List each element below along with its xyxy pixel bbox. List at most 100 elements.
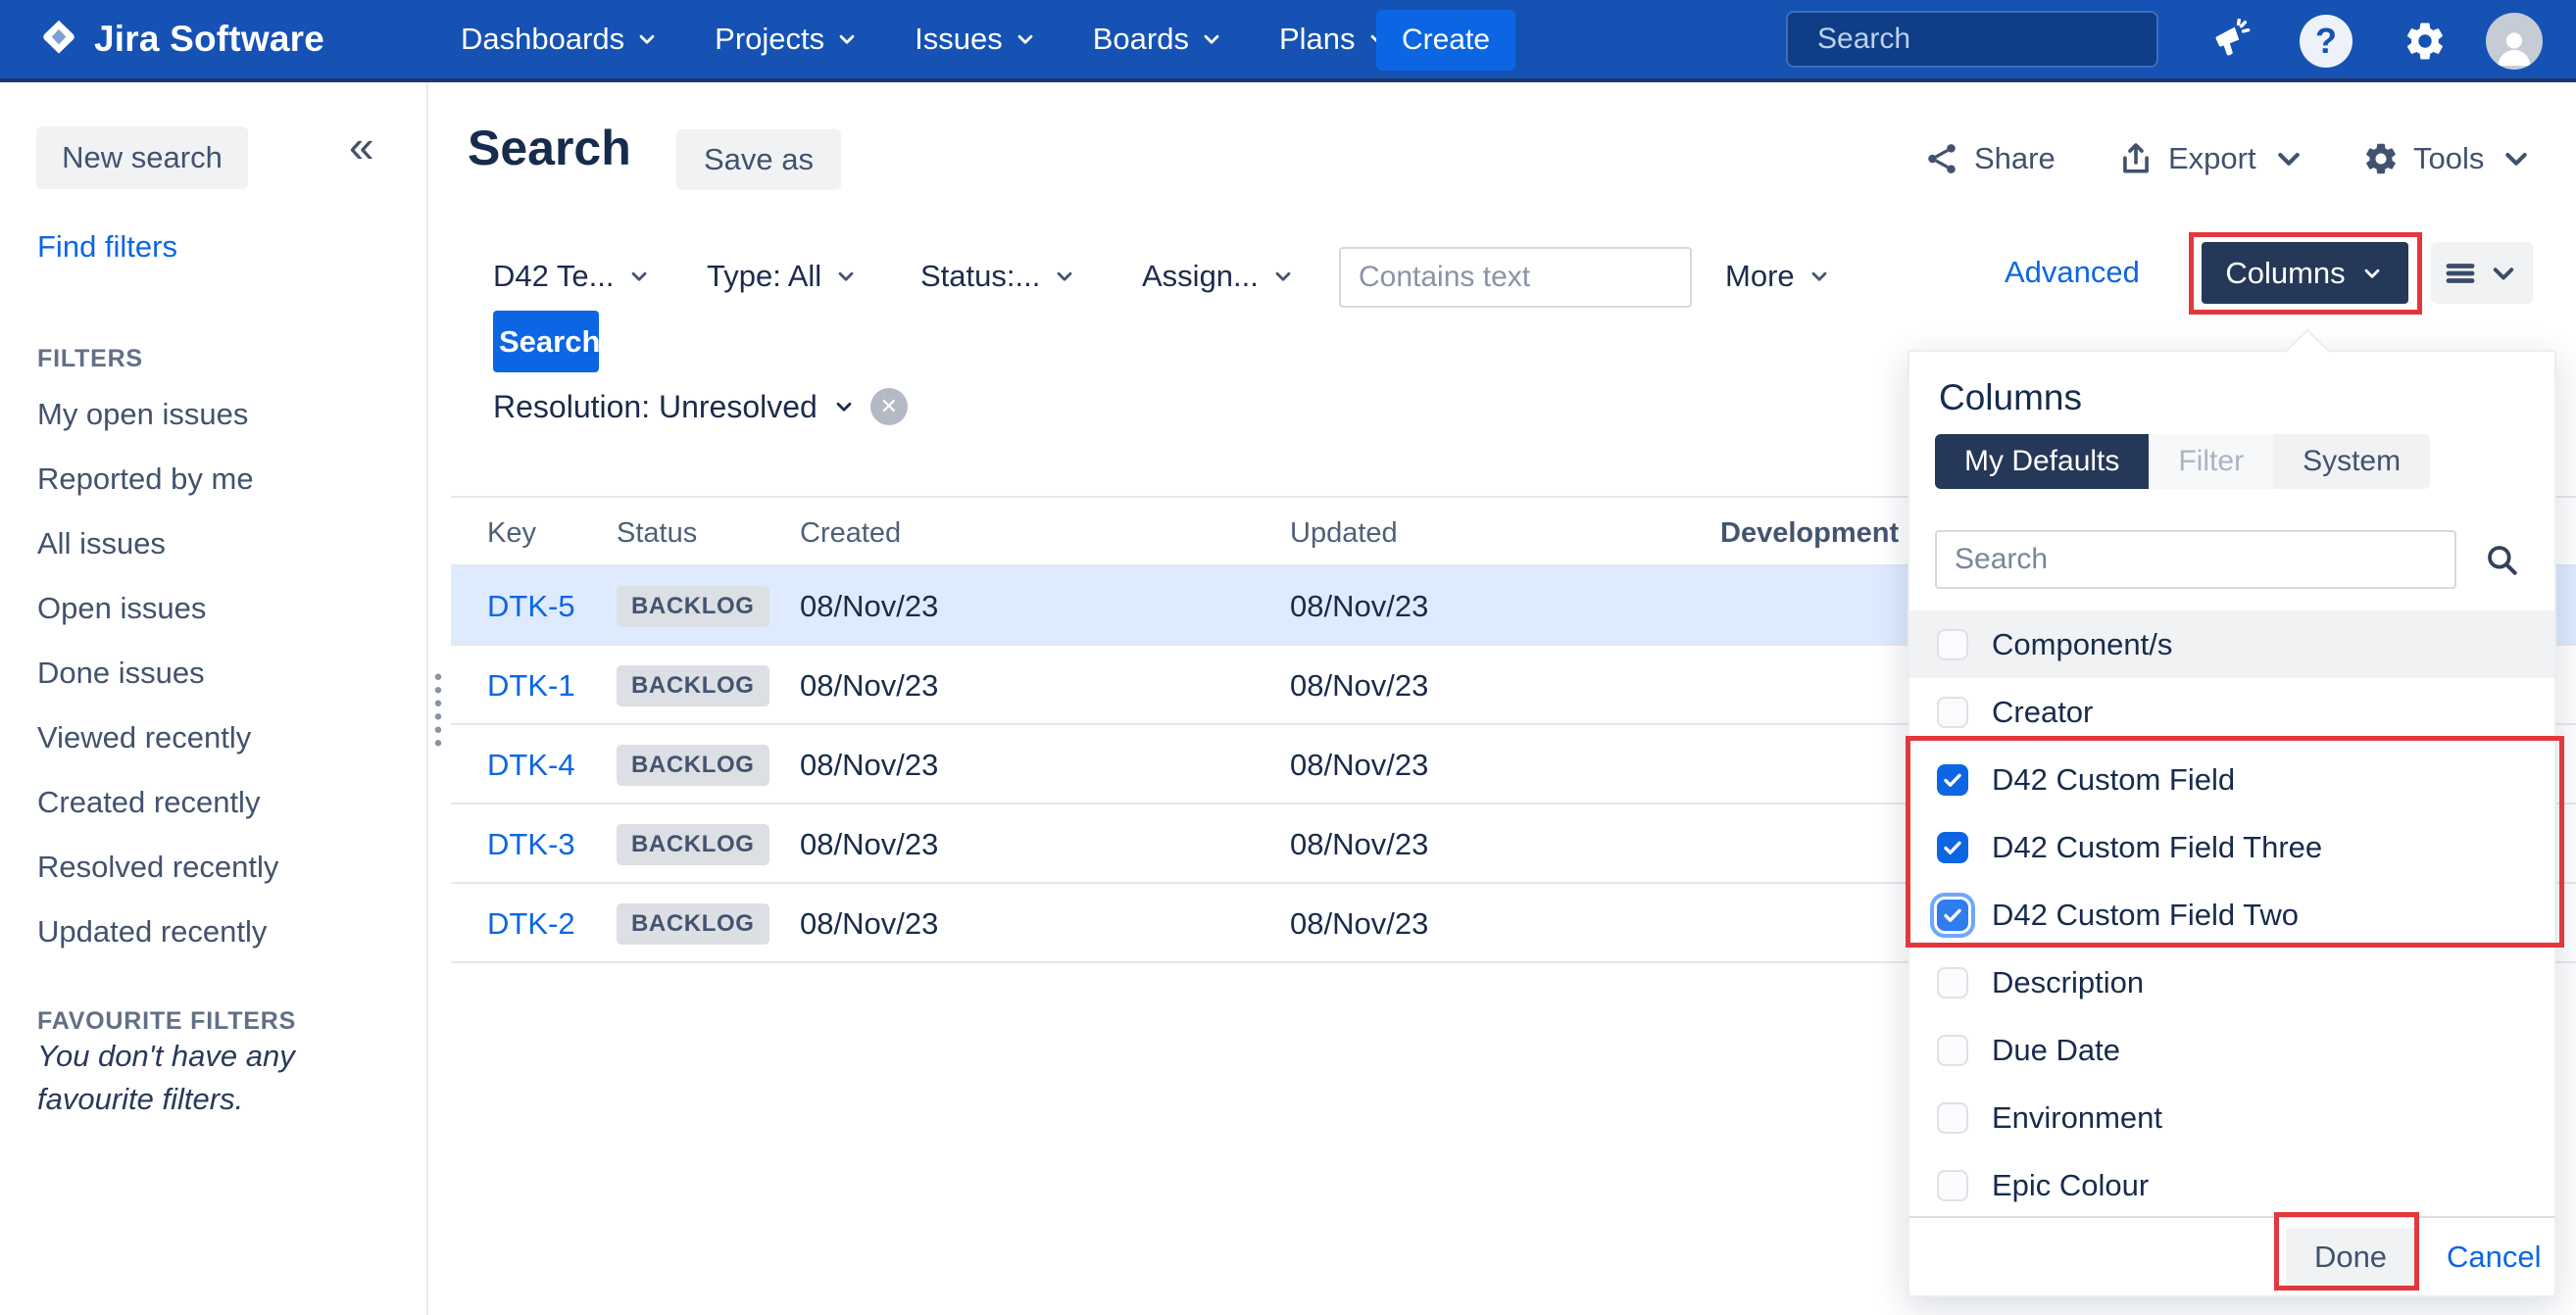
- chevron-down-icon: [834, 26, 860, 52]
- collapse-sidebar-icon[interactable]: «: [349, 123, 374, 169]
- assignee-filter-dropdown[interactable]: Assign...: [1142, 249, 1296, 304]
- more-filters-dropdown[interactable]: More: [1725, 249, 1832, 304]
- global-search-input[interactable]: [1815, 22, 2198, 57]
- nav-item-dashboards[interactable]: Dashboards: [461, 22, 660, 57]
- issue-key-link[interactable]: DTK-1: [487, 646, 575, 725]
- checkbox-checked[interactable]: [1937, 832, 1968, 863]
- share-button[interactable]: Share: [1923, 131, 2056, 186]
- columns-button[interactable]: Columns: [2202, 242, 2408, 304]
- export-button[interactable]: Export: [2117, 131, 2307, 186]
- nav-item-projects[interactable]: Projects: [715, 22, 860, 57]
- field-option-environment[interactable]: Environment: [1909, 1084, 2554, 1151]
- columns-panel: Columns My Defaults Filter System Compon…: [1907, 350, 2556, 1297]
- jira-logo[interactable]: Jira Software: [37, 0, 324, 78]
- create-button[interactable]: Create: [1376, 10, 1515, 71]
- tab-my-defaults[interactable]: My Defaults: [1935, 434, 2149, 489]
- issue-key-link[interactable]: DTK-5: [487, 566, 575, 646]
- field-option-due-date[interactable]: Due Date: [1909, 1016, 2554, 1084]
- column-header-status[interactable]: Status: [617, 498, 697, 568]
- checkbox-unchecked[interactable]: [1937, 697, 1968, 728]
- chevron-down-icon: [2270, 140, 2307, 177]
- field-option-description[interactable]: Description: [1909, 949, 2554, 1016]
- checkbox-unchecked[interactable]: [1937, 1102, 1968, 1134]
- status-badge: BACKLOG: [617, 586, 769, 627]
- row-drag-handle[interactable]: [431, 670, 445, 749]
- checkbox-checked[interactable]: [1937, 764, 1968, 796]
- issue-key-link[interactable]: DTK-2: [487, 884, 575, 963]
- column-header-updated[interactable]: Updated: [1290, 498, 1398, 568]
- help-button[interactable]: ?: [2300, 15, 2353, 68]
- export-icon: [2117, 140, 2155, 177]
- announcements-button[interactable]: [2204, 14, 2258, 69]
- created-date: 08/Nov/23: [800, 804, 938, 884]
- created-date: 08/Nov/23: [800, 566, 938, 646]
- sidebar-item-my-open-issues[interactable]: My open issues: [0, 382, 426, 447]
- favourite-filters-heading: FAVOURITE FILTERS: [37, 1007, 296, 1036]
- checkbox-unchecked[interactable]: [1937, 1035, 1968, 1066]
- done-button[interactable]: Done: [2286, 1228, 2415, 1287]
- nav-item-plans[interactable]: Plans: [1279, 22, 1391, 57]
- updated-date: 08/Nov/23: [1290, 646, 1428, 725]
- save-as-button[interactable]: Save as: [676, 129, 841, 190]
- checkbox-checked-focused[interactable]: [1937, 900, 1968, 931]
- sidebar-item-resolved-recently[interactable]: Resolved recently: [0, 835, 426, 900]
- top-nav: Jira Software Dashboards Projects Issues…: [0, 0, 2576, 82]
- cancel-link[interactable]: Cancel: [2447, 1240, 2542, 1275]
- list-view-switcher-button[interactable]: [2431, 242, 2533, 304]
- checkbox-unchecked[interactable]: [1937, 1170, 1968, 1201]
- issue-key-link[interactable]: DTK-4: [487, 725, 575, 804]
- chevron-down-icon: [626, 264, 652, 289]
- sidebar-item-reported-by-me[interactable]: Reported by me: [0, 447, 426, 511]
- resolution-filter-chip[interactable]: Resolution: Unresolved ✕: [493, 382, 908, 431]
- filters-sidebar: New search « Find filters FILTERS My ope…: [0, 82, 428, 1315]
- page-title: Search: [468, 120, 631, 176]
- field-option-creator[interactable]: Creator: [1909, 678, 2554, 746]
- columns-panel-tabs: My Defaults Filter System: [1935, 434, 2430, 489]
- tab-system[interactable]: System: [2273, 434, 2430, 489]
- checkbox-unchecked[interactable]: [1937, 629, 1968, 660]
- user-avatar[interactable]: [2486, 13, 2543, 70]
- column-header-created[interactable]: Created: [800, 498, 901, 568]
- sidebar-item-viewed-recently[interactable]: Viewed recently: [0, 706, 426, 770]
- run-search-button[interactable]: Search: [493, 311, 599, 372]
- field-option-components[interactable]: Component/s: [1909, 610, 2554, 678]
- sidebar-item-all-issues[interactable]: All issues: [0, 511, 426, 576]
- sidebar-item-updated-recently[interactable]: Updated recently: [0, 900, 426, 964]
- filters-heading: FILTERS: [37, 345, 143, 373]
- columns-search-input[interactable]: [1935, 530, 2456, 589]
- column-header-key[interactable]: Key: [487, 498, 536, 568]
- advanced-link[interactable]: Advanced: [2005, 255, 2140, 290]
- tools-button[interactable]: Tools: [2362, 131, 2535, 186]
- field-option-epic-colour[interactable]: Epic Colour: [1909, 1151, 2554, 1219]
- type-filter-dropdown[interactable]: Type: All: [707, 249, 859, 304]
- settings-button[interactable]: [2398, 14, 2452, 69]
- updated-date: 08/Nov/23: [1290, 804, 1428, 884]
- field-option-d42-custom-field[interactable]: D42 Custom Field: [1909, 746, 2554, 813]
- tab-filter: Filter: [2149, 434, 2273, 489]
- issue-key-link[interactable]: DTK-3: [487, 804, 575, 884]
- check-icon: [1941, 836, 1964, 859]
- new-search-button[interactable]: New search: [36, 126, 248, 189]
- project-filter-dropdown[interactable]: D42 Te...: [493, 249, 652, 304]
- column-header-development[interactable]: Development: [1720, 498, 1899, 568]
- nav-item-issues[interactable]: Issues: [915, 22, 1038, 57]
- chevron-down-icon: [2359, 261, 2385, 286]
- sidebar-item-open-issues[interactable]: Open issues: [0, 576, 426, 641]
- find-filters-link[interactable]: Find filters: [37, 229, 177, 265]
- nav-item-boards[interactable]: Boards: [1093, 22, 1224, 57]
- favourite-filters-empty-text: You don't have any favourite filters.: [37, 1035, 322, 1121]
- field-option-d42-custom-field-three[interactable]: D42 Custom Field Three: [1909, 813, 2554, 881]
- columns-panel-footer: Done Cancel: [1909, 1216, 2554, 1297]
- jira-logo-icon: [37, 18, 80, 61]
- sidebar-item-done-issues[interactable]: Done issues: [0, 641, 426, 706]
- megaphone-icon: [2208, 19, 2254, 64]
- status-filter-dropdown[interactable]: Status:...: [920, 249, 1077, 304]
- close-icon: ✕: [880, 394, 898, 419]
- sidebar-item-created-recently[interactable]: Created recently: [0, 770, 426, 835]
- global-search: [1786, 11, 2158, 68]
- checkbox-unchecked[interactable]: [1937, 967, 1968, 998]
- contains-text-input[interactable]: [1339, 247, 1692, 308]
- field-option-d42-custom-field-two[interactable]: D42 Custom Field Two: [1909, 881, 2554, 949]
- nav-menu: Dashboards Projects Issues Boards Plans: [461, 0, 1391, 78]
- share-icon: [1923, 140, 1960, 177]
